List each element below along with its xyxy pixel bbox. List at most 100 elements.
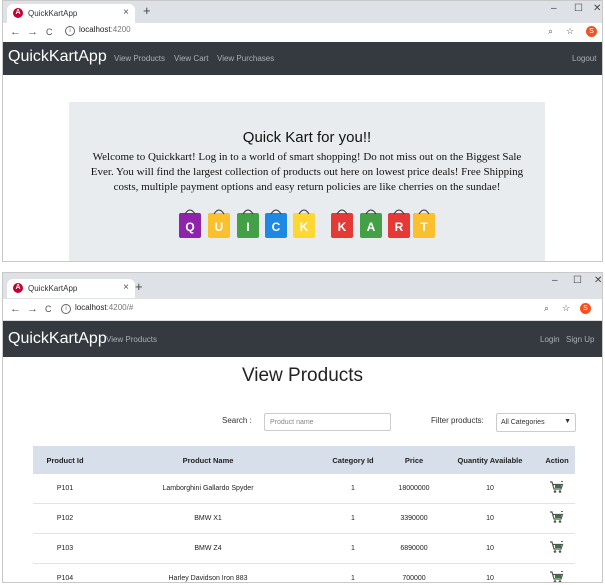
angular-favicon-icon: A (13, 8, 23, 18)
logo-letter: A (367, 220, 376, 234)
back-icon[interactable]: ← (10, 26, 21, 38)
products-screenshot: A QuickKartApp × + – ☐ ✕ ← → C i localhos… (2, 272, 603, 583)
bookmark-star-icon[interactable]: ☆ (562, 303, 570, 314)
bookmark-star-icon[interactable]: ☆ (566, 26, 574, 37)
app-navbar: QuickKartApp View Products View Cart Vie… (3, 42, 602, 75)
nav-view-products[interactable]: View Products (106, 335, 157, 344)
url-host: localhost (75, 303, 107, 312)
reload-icon[interactable]: C (46, 27, 53, 37)
table-row: P102 BMW X1 1 3390000 10 (33, 503, 575, 534)
cell-category-id: 1 (319, 533, 387, 564)
add-to-cart-icon[interactable] (549, 541, 565, 554)
products-table: Product Id Product Name Category Id Pric… (33, 446, 575, 583)
cell-action (539, 533, 575, 564)
quickkart-logo: QUICKKART (179, 209, 435, 238)
cell-price: 3390000 (387, 503, 441, 534)
add-to-cart-icon[interactable] (549, 571, 565, 583)
cell-product-id: P102 (33, 503, 97, 534)
tab-close-icon[interactable]: × (123, 7, 129, 18)
logo-letter: U (215, 220, 224, 234)
new-tab-button[interactable]: + (135, 279, 143, 294)
app-navbar: QuickKartApp View Products Login Sign Up (3, 321, 602, 357)
page-title: View Products (241, 365, 364, 386)
table-row: P103 BMW Z4 1 6890000 10 (33, 533, 575, 564)
add-to-cart-icon[interactable] (549, 511, 565, 524)
maximize-icon[interactable]: ☐ (574, 3, 583, 14)
profile-avatar[interactable]: S (586, 26, 597, 37)
cell-action (539, 503, 575, 534)
url-host: localhost (79, 25, 111, 34)
close-window-icon[interactable]: ✕ (594, 275, 602, 286)
address-bar: ← → C i localhost:4200/# ⌕ ☆ S ⋮ (3, 299, 602, 321)
search-input[interactable]: Product name (264, 413, 391, 431)
nav-logout[interactable]: Logout (572, 54, 596, 63)
table-row: P101 Lamborghini Gallardo Spyder 1 18000000… (33, 474, 575, 504)
add-to-cart-icon[interactable] (549, 481, 565, 494)
nav-sign-up[interactable]: Sign Up (566, 335, 594, 344)
cell-product-id: P103 (33, 533, 97, 564)
url-field[interactable]: i localhost:4200/# (61, 303, 133, 314)
cell-category-id: 1 (319, 474, 387, 504)
tab-strip: A QuickKartApp × + – ☐ ✕ (3, 1, 602, 23)
tab-title: QuickKartApp (28, 9, 78, 18)
col-action: Action (539, 446, 575, 474)
cell-price: 6890000 (387, 533, 441, 564)
cell-quantity: 10 (441, 563, 539, 582)
col-product-id: Product Id (33, 446, 97, 474)
nav-view-purchases[interactable]: View Purchases (217, 54, 274, 63)
brand-link[interactable]: QuickKartApp (8, 48, 107, 66)
col-price: Price (387, 446, 441, 474)
browser-tab[interactable]: A QuickKartApp × (7, 279, 135, 298)
reload-icon[interactable]: C (45, 304, 52, 314)
site-info-icon[interactable]: i (61, 304, 71, 314)
home-screenshot: A QuickKartApp × + – ☐ ✕ ← → C i localhos… (2, 0, 603, 262)
menu-kebab-icon[interactable]: ⋮ (599, 303, 602, 314)
url-field[interactable]: i localhost:4200 (65, 25, 131, 36)
welcome-text: Welcome to Quickkart! Log in to a world … (90, 151, 524, 193)
col-category-id: Category Id (319, 446, 387, 474)
col-quantity: Quantity Available (441, 446, 539, 474)
browser-tab[interactable]: A QuickKartApp × (7, 4, 135, 23)
profile-avatar[interactable]: S (580, 303, 591, 314)
cell-price: 700000 (387, 563, 441, 582)
close-window-icon[interactable]: ✕ (593, 3, 601, 14)
cell-product-name: Harley Davidson Iron 883 (97, 563, 319, 582)
filter-selected-value: All Categories (501, 419, 545, 426)
zoom-search-icon[interactable]: ⌕ (544, 303, 549, 314)
minimize-icon[interactable]: – (552, 275, 558, 286)
cell-product-id: P101 (33, 474, 97, 504)
category-filter-select[interactable]: All Categories ▼ (496, 413, 576, 432)
cell-quantity: 10 (441, 533, 539, 564)
logo-letter: K (338, 220, 347, 234)
cell-price: 18000000 (387, 474, 441, 504)
logo-bags: QUICKKART (179, 209, 435, 238)
logo-letter: R (395, 220, 404, 234)
nav-login[interactable]: Login (540, 335, 560, 344)
cell-product-id: P104 (33, 563, 97, 582)
nav-view-cart[interactable]: View Cart (174, 54, 209, 63)
back-icon[interactable]: ← (10, 303, 21, 315)
zoom-search-icon[interactable]: ⌕ (548, 26, 553, 37)
welcome-heading: Quick Kart for you!! (242, 129, 372, 146)
cell-category-id: 1 (319, 563, 387, 582)
maximize-icon[interactable]: ☐ (573, 275, 582, 286)
tab-close-icon[interactable]: × (123, 282, 129, 293)
new-tab-button[interactable]: + (143, 3, 151, 18)
forward-icon[interactable]: → (27, 303, 38, 315)
cell-action (539, 474, 575, 504)
logo-letter: I (246, 220, 249, 234)
nav-view-products[interactable]: View Products (114, 54, 165, 63)
table-header-row: Product Id Product Name Category Id Pric… (33, 446, 575, 474)
url-path: :4200/# (106, 303, 134, 312)
cell-action (539, 563, 575, 583)
tab-strip: A QuickKartApp × + – ☐ ✕ (3, 273, 602, 299)
welcome-jumbotron: Quick Kart for you!! Welcome to Quickkar… (69, 102, 545, 261)
site-info-icon[interactable]: i (65, 26, 75, 36)
logo-letter: T (420, 220, 428, 234)
table-row: P104 Harley Davidson Iron 883 1 700000 10 (33, 563, 575, 583)
address-bar: ← → C i localhost:4200 ⌕ ☆ S (3, 23, 602, 43)
logo-letter: K (300, 220, 309, 234)
minimize-icon[interactable]: – (551, 3, 557, 14)
forward-icon[interactable]: → (27, 26, 38, 38)
brand-link[interactable]: QuickKartApp (8, 330, 107, 348)
